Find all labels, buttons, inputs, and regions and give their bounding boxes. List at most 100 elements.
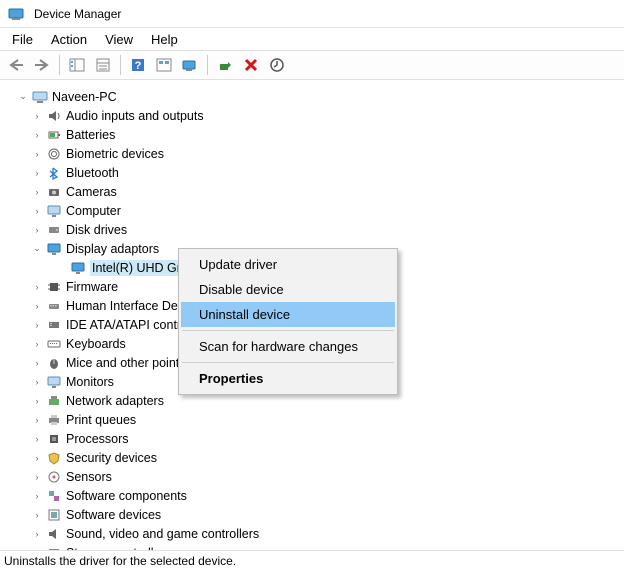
cat-biometric[interactable]: › Biometric devices <box>0 144 624 163</box>
toolbar-separator <box>207 55 208 75</box>
show-hide-tree-button[interactable] <box>65 53 89 77</box>
expand-icon[interactable]: › <box>30 470 44 484</box>
help-button[interactable]: ? <box>126 53 150 77</box>
ctx-update-driver[interactable]: Update driver <box>181 252 395 277</box>
expand-icon[interactable]: › <box>30 318 44 332</box>
cat-cameras[interactable]: › Cameras <box>0 182 624 201</box>
battery-icon <box>46 127 62 143</box>
forward-button[interactable] <box>30 53 54 77</box>
disk-icon <box>46 222 62 238</box>
menu-file[interactable]: File <box>4 30 41 49</box>
cat-label: Batteries <box>66 128 115 142</box>
menu-action[interactable]: Action <box>43 30 95 49</box>
cat-label: IDE ATA/ATAPI contro <box>66 318 188 332</box>
display-adapter-icon <box>46 241 62 257</box>
sensor-icon <box>46 469 62 485</box>
cpu-icon <box>46 431 62 447</box>
monitor-icon <box>46 374 62 390</box>
enable-device-button[interactable] <box>213 53 237 77</box>
cat-batteries[interactable]: › Batteries <box>0 125 624 144</box>
expand-icon[interactable]: › <box>30 413 44 427</box>
expand-icon[interactable]: › <box>30 280 44 294</box>
ctx-properties[interactable]: Properties <box>181 366 395 391</box>
expand-icon[interactable]: › <box>30 508 44 522</box>
bluetooth-icon <box>46 165 62 181</box>
cat-computer[interactable]: › Computer <box>0 201 624 220</box>
back-button[interactable] <box>4 53 28 77</box>
expand-icon[interactable]: › <box>30 489 44 503</box>
menu-help[interactable]: Help <box>143 30 186 49</box>
monitor-icon <box>46 203 62 219</box>
cat-sensors[interactable]: › Sensors <box>0 467 624 486</box>
shield-icon <box>46 450 62 466</box>
expand-icon[interactable]: › <box>30 223 44 237</box>
collapse-icon[interactable]: ⌄ <box>16 90 30 104</box>
cat-label: Sensors <box>66 470 112 484</box>
expand-icon[interactable]: › <box>30 128 44 142</box>
cat-label: Sound, video and game controllers <box>66 527 259 541</box>
properties-button[interactable] <box>91 53 115 77</box>
cat-label: Keyboards <box>66 337 126 351</box>
network-icon <box>46 393 62 409</box>
cat-security[interactable]: › Security devices <box>0 448 624 467</box>
expand-icon[interactable]: › <box>30 299 44 313</box>
cat-print[interactable]: › Print queues <box>0 410 624 429</box>
ctx-uninstall-device[interactable]: Uninstall device <box>181 302 395 327</box>
cat-label: Firmware <box>66 280 118 294</box>
uninstall-button[interactable] <box>239 53 263 77</box>
cat-label: Audio inputs and outputs <box>66 109 204 123</box>
ctx-scan-hardware[interactable]: Scan for hardware changes <box>181 334 395 359</box>
cat-processors[interactable]: › Processors <box>0 429 624 448</box>
menu-view[interactable]: View <box>97 30 141 49</box>
expand-icon[interactable]: › <box>30 204 44 218</box>
toolbar-separator <box>59 55 60 75</box>
cat-label: Software components <box>66 489 187 503</box>
action-center-button[interactable] <box>152 53 176 77</box>
ctx-separator <box>182 330 394 331</box>
expand-icon[interactable]: › <box>30 432 44 446</box>
expand-icon[interactable]: › <box>30 337 44 351</box>
cat-storage[interactable]: › Storage controllers <box>0 543 624 550</box>
cat-label: Print queues <box>66 413 136 427</box>
expand-icon[interactable]: › <box>30 527 44 541</box>
cat-label: Computer <box>66 204 121 218</box>
expand-icon[interactable]: › <box>30 356 44 370</box>
expand-icon[interactable]: › <box>30 375 44 389</box>
update-driver-button[interactable] <box>265 53 289 77</box>
cat-software-devices[interactable]: › Software devices <box>0 505 624 524</box>
sound-icon <box>46 526 62 542</box>
expand-icon[interactable]: › <box>30 394 44 408</box>
tree-root[interactable]: ⌄ Naveen-PC <box>0 87 624 106</box>
cat-label: Bluetooth <box>66 166 119 180</box>
cat-sound[interactable]: › Sound, video and game controllers <box>0 524 624 543</box>
software-icon <box>46 507 62 523</box>
cat-audio[interactable]: › Audio inputs and outputs <box>0 106 624 125</box>
cat-bluetooth[interactable]: › Bluetooth <box>0 163 624 182</box>
toolbar-separator <box>120 55 121 75</box>
speaker-icon <box>46 108 62 124</box>
printer-icon <box>46 412 62 428</box>
menubar: File Action View Help <box>0 28 624 50</box>
cat-label: Mice and other point <box>66 356 179 370</box>
cat-label: Disk drives <box>66 223 127 237</box>
ctx-disable-device[interactable]: Disable device <box>181 277 395 302</box>
status-text: Uninstalls the driver for the selected d… <box>4 554 236 568</box>
cat-software-components[interactable]: › Software components <box>0 486 624 505</box>
toolbar: ? <box>0 50 624 80</box>
camera-icon <box>46 184 62 200</box>
tree-root-label: Naveen-PC <box>52 90 117 104</box>
expand-icon[interactable]: › <box>30 147 44 161</box>
expand-icon[interactable]: › <box>30 109 44 123</box>
cat-label: Monitors <box>66 375 114 389</box>
cat-disk[interactable]: › Disk drives <box>0 220 624 239</box>
expand-icon[interactable]: › <box>30 185 44 199</box>
expand-icon[interactable]: › <box>30 166 44 180</box>
computer-icon <box>32 89 48 105</box>
collapse-icon[interactable]: ⌄ <box>30 242 44 256</box>
ctx-separator <box>182 362 394 363</box>
keyboard-icon <box>46 336 62 352</box>
expand-icon[interactable]: › <box>30 451 44 465</box>
scan-hardware-button[interactable] <box>178 53 202 77</box>
cat-label: Network adapters <box>66 394 164 408</box>
svg-text:?: ? <box>135 60 142 72</box>
